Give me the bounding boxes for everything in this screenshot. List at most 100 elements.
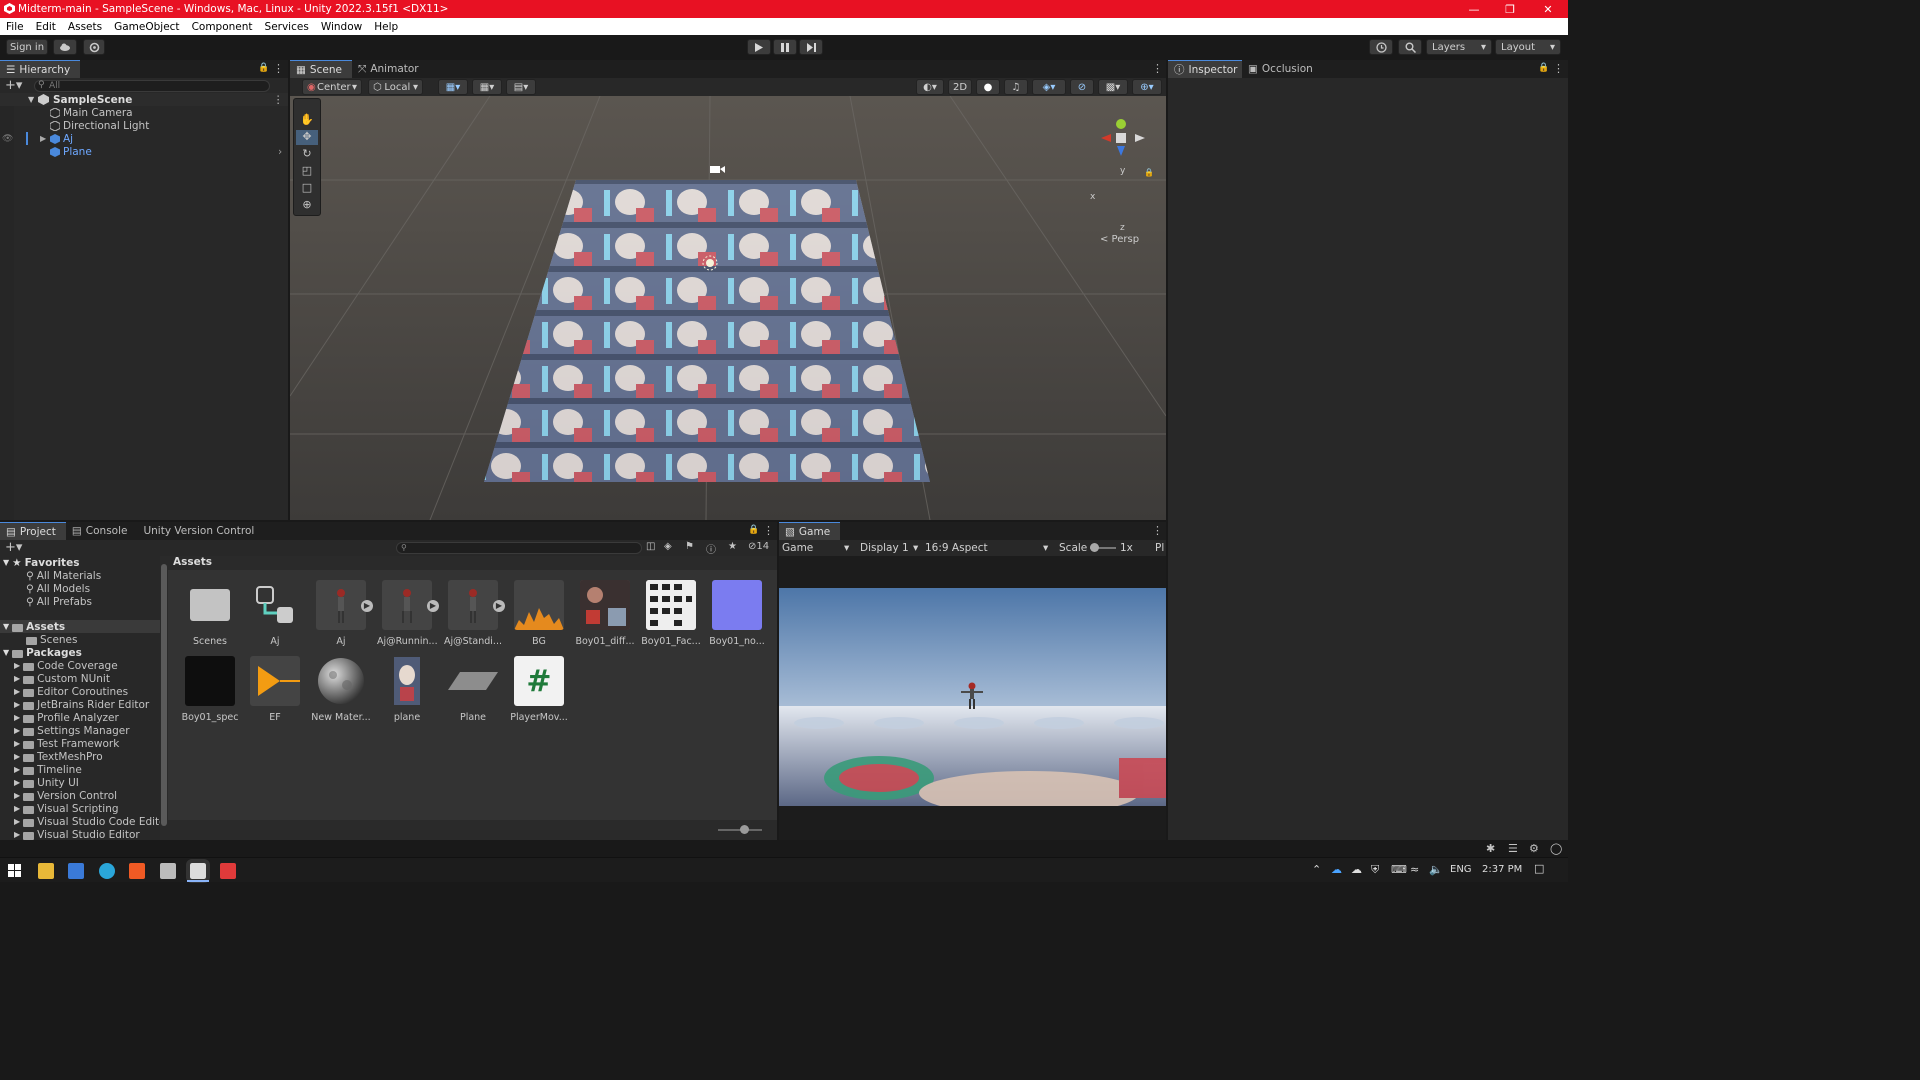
grid-snap-button[interactable]: ▦▾ [438,79,468,95]
bug-icon[interactable]: ✱ [1486,842,1495,855]
tab-project[interactable]: ▤ Project [0,522,66,540]
move-tool-icon[interactable]: ✥ [296,130,318,145]
tree-item-package[interactable]: ▶ JetBrains Rider Editor [14,698,149,711]
camera-settings-dropdown[interactable]: ▩▾ [1098,79,1128,95]
menu-component[interactable]: Component [186,21,259,33]
rotate-tool-icon[interactable]: ↻ [296,147,318,162]
gizmos-dropdown[interactable]: ⊕▾ [1132,79,1162,95]
wifi-icon[interactable]: ≈ [1410,863,1419,876]
expand-asset-play-icon[interactable]: ▶ [493,600,505,612]
tab-scene[interactable]: ▦ Scene [290,60,352,78]
kebab-menu-icon[interactable]: ⋮ [1152,524,1163,537]
hierarchy-search-input[interactable]: All [34,80,270,92]
tree-item-package[interactable]: ▶ Visual Studio Code Editor [14,815,160,828]
expand-arrow-icon[interactable]: ▼ [28,95,34,104]
hidden-packages-toggle[interactable]: ⊘14 [748,541,769,552]
asset-aj-variant[interactable]: Aj [245,580,305,647]
toggle-2d-button[interactable]: 2D [948,79,972,95]
tree-item-package[interactable]: ▶ Settings Manager [14,724,130,737]
history-button[interactable] [1369,39,1393,55]
asset-plane-prefab[interactable]: Plane [443,656,503,723]
kebab-menu-icon[interactable]: ⋮ [1553,62,1564,75]
language-indicator[interactable]: ENG [1450,864,1472,875]
clock[interactable]: 2:37 PM [1482,864,1522,875]
expand-arrow-icon[interactable]: ▼ [3,648,9,657]
breadcrumb[interactable]: Assets [168,556,777,570]
increment-snap-button[interactable]: ▤▾ [506,79,536,95]
menu-help[interactable]: Help [368,21,404,33]
auto-generate-lighting-icon[interactable]: ◯ [1550,842,1562,855]
filter-type-icon[interactable]: ◈ [664,541,672,552]
expand-arrow-icon[interactable]: ▶ [14,817,20,826]
menu-file[interactable]: File [0,21,30,33]
restore-button[interactable]: ❐ [1492,0,1528,18]
tree-assets[interactable]: ▼ Assets [0,620,160,633]
kebab-menu-icon[interactable]: ⋮ [273,62,284,75]
asset-plane-image[interactable]: plane [377,656,437,723]
progress-stack-icon[interactable]: ☰ [1508,842,1518,855]
display-dropdown[interactable]: Display 1 ▾ [860,540,922,555]
grid-visibility-button[interactable]: ▦▾ [472,79,502,95]
tree-item-package[interactable]: ▶ Version Control [14,789,117,802]
expand-arrow-icon[interactable]: ▶ [14,791,20,800]
tree-packages[interactable]: ▼ Packages [0,646,160,659]
expand-arrow-icon[interactable]: ▼ [3,558,9,567]
project-search-input[interactable]: ⚲ [396,542,642,554]
search-button[interactable] [1398,39,1422,55]
tree-item-all-prefabs[interactable]: ⚲ All Prefabs [26,595,92,608]
tree-scrollbar[interactable] [160,556,168,840]
expand-arrow-icon[interactable]: ▶ [14,687,20,696]
onedrive-cloud-icon[interactable]: ☁ [1331,863,1342,876]
expand-asset-play-icon[interactable]: ▶ [361,600,373,612]
asset-bg-audio[interactable]: BG [509,580,569,647]
step-button[interactable] [799,39,823,55]
tab-inspector[interactable]: ⓘ Inspector [1168,60,1242,78]
tab-version-control[interactable]: Unity Version Control [137,522,264,540]
tree-item-package[interactable]: ▶ Editor Coroutines [14,685,128,698]
scene-viewport[interactable] [290,96,1166,520]
tree-item-scenes[interactable]: Scenes [26,633,77,646]
expand-arrow-icon[interactable]: ▶ [14,739,20,748]
play-button[interactable] [747,39,771,55]
asset-new-material[interactable]: New Mater... [311,656,371,723]
pause-button[interactable] [773,39,797,55]
asset-aj-running[interactable]: Aj@Runnin... [377,580,437,647]
hidden-objects-toggle[interactable]: ⊘ [1070,79,1094,95]
lock-icon[interactable]: 🔒 [748,525,759,535]
hierarchy-item-plane[interactable]: Plane › [0,145,288,158]
star-icon[interactable]: ★ [728,541,737,552]
asset-boy01-face[interactable]: Boy01_Fac... [641,580,701,647]
tree-item-all-materials[interactable]: ⚲ All Materials [26,569,101,582]
expand-arrow-icon[interactable]: ▶ [14,661,20,670]
windows-start-icon[interactable] [8,864,21,877]
create-plus-icon[interactable]: +▾ [5,78,22,93]
minimize-button[interactable]: — [1456,0,1492,18]
audio-toggle-button[interactable]: ♫ [1004,79,1028,95]
tree-item-package[interactable]: ▶ Profile Analyzer [14,711,119,724]
aspect-dropdown[interactable]: 16:9 Aspect ▾ [925,540,1051,555]
expand-arrow-icon[interactable]: ▶ [14,778,20,787]
asset-boy01-diffuse[interactable]: Boy01_diff... [575,580,635,647]
keyboard-icon[interactable]: ⌨ [1391,863,1407,876]
expand-arrow-icon[interactable]: ▼ [3,622,9,631]
tree-item-package[interactable]: ▶ Visual Scripting [14,802,119,815]
cloud-sync-icon[interactable]: ☁ [1351,863,1362,876]
menu-services[interactable]: Services [259,21,315,33]
hand-tool-icon[interactable]: ✋ [296,113,318,128]
tree-item-package[interactable]: ▶ Visual Studio Editor [14,828,140,841]
expand-arrow-icon[interactable]: ▶ [14,700,20,709]
game-viewport[interactable] [779,588,1166,806]
effects-dropdown[interactable]: ◈▾ [1032,79,1066,95]
pivot-dropdown[interactable]: ◉ Center ▾ [302,79,362,95]
file-explorer-icon[interactable] [38,863,54,879]
debug-mode-icon[interactable]: ⚙ [1529,842,1539,855]
asset-boy01-normal[interactable]: Boy01_no... [707,580,767,647]
sign-in-button[interactable]: Sign in [6,39,48,55]
layers-dropdown[interactable]: Layers ▾ [1426,39,1492,55]
expand-arrow-icon[interactable]: ▶ [14,674,20,683]
tab-console[interactable]: ▤ Console [66,522,138,540]
screen-recorder-icon[interactable] [220,863,236,879]
asset-scenes[interactable]: Scenes [180,580,240,647]
tray-chevron-up-icon[interactable]: ⌃ [1312,863,1321,876]
eye-hidden-icon[interactable]: 👁 [2,134,13,144]
